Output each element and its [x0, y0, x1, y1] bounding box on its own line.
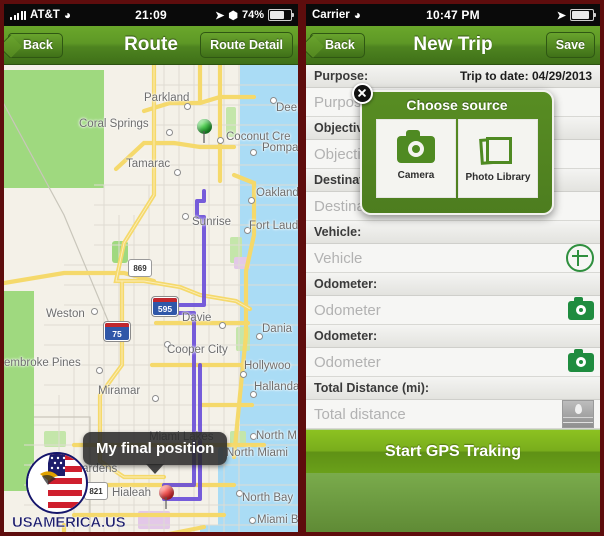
- map-poi-dot: [248, 197, 255, 204]
- field-placeholder: Odometer: [314, 353, 381, 371]
- field-input[interactable]: Vehicle: [306, 244, 600, 273]
- map-poi-dot: [152, 395, 159, 402]
- map-poi-dot: [240, 371, 247, 378]
- field-label-row: Odometer:: [306, 325, 600, 348]
- form-background-filler: [306, 473, 600, 532]
- map-poi-dot: [250, 149, 257, 156]
- right-status-bar: Carrier ◕ 10:47 PM ➤: [306, 4, 600, 26]
- field-label: Objective:: [314, 121, 375, 135]
- field-placeholder: Odometer: [314, 301, 381, 319]
- route-shield-icon: 869: [128, 259, 152, 277]
- battery-percent-label: 74%: [241, 9, 264, 21]
- field-placeholder: Destination: [314, 197, 390, 215]
- field-label-row: Vehicle:: [306, 221, 600, 244]
- field-label: Odometer:: [314, 277, 378, 291]
- usamerica-logo: [26, 452, 88, 514]
- start-pin[interactable]: [197, 119, 212, 143]
- field-label-row: Purpose: Trip to date: 04/29/2013: [306, 65, 600, 88]
- field-input[interactable]: Odometer: [306, 296, 600, 325]
- left-status-right: ➤ ⬢ 74%: [215, 9, 294, 22]
- field-label: Vehicle:: [314, 225, 362, 239]
- camera-button[interactable]: [568, 348, 594, 372]
- right-status-right: ➤: [556, 9, 596, 22]
- map-poi-dot: [96, 367, 103, 374]
- map-poi-dot: [91, 308, 98, 315]
- interstate-shield-icon: 75: [104, 322, 130, 341]
- map-view[interactable]: ParklandCoral SpringsDeerCoconut CrePomp…: [4, 65, 298, 532]
- field-placeholder: Objective: [314, 145, 377, 163]
- interstate-shield-icon: 595: [152, 297, 178, 316]
- map-place-label: Davie: [182, 312, 212, 324]
- map-place-label: Miramar: [98, 385, 141, 397]
- left-nav-bar: Back Route Route Detail: [4, 26, 298, 65]
- field-label: Odometer:: [314, 329, 378, 343]
- map-place-label: Parkland: [144, 92, 190, 104]
- field-placeholder: Vehicle: [314, 249, 363, 267]
- map-poi-dot: [166, 129, 173, 136]
- back-button[interactable]: Back: [310, 32, 365, 58]
- right-phone-screen: Carrier ◕ 10:47 PM ➤ Back New Trip Save …: [306, 4, 600, 532]
- map-place-label: Pompan: [262, 142, 298, 154]
- field-label-row: Odometer:: [306, 273, 600, 296]
- map-poi-dot: [182, 213, 189, 220]
- map-place-label: Coral Springs: [79, 118, 149, 130]
- field-label-row: Total Distance (mi):: [306, 377, 600, 400]
- back-button[interactable]: Back: [8, 32, 63, 58]
- camera-button[interactable]: [568, 296, 594, 320]
- field-label: Total Distance (mi):: [314, 381, 430, 395]
- field-label-row: Destination:: [306, 169, 600, 192]
- comparison-frame: AT&T ◕ 21:09 ➤ ⬢ 74% Back Route Route De…: [0, 0, 604, 536]
- field-input[interactable]: Objective: [306, 140, 600, 169]
- map-place-label: Hollywoo: [244, 360, 291, 372]
- map-place-label: Fort Laud: [249, 220, 298, 232]
- field-label-row: Objective:: [306, 117, 600, 140]
- map-place-label: North Bay: [242, 492, 294, 504]
- right-nav-bar: Back New Trip Save: [306, 26, 600, 65]
- watermark: USAMERICA.US: [12, 452, 126, 531]
- map-place-label: embroke Pines: [4, 357, 81, 369]
- field-input[interactable]: Destination: [306, 192, 600, 221]
- bluetooth-icon: ⬢: [228, 9, 238, 22]
- field-label: Destination:: [314, 173, 387, 187]
- map-place-label: Tamarac: [126, 158, 171, 170]
- form-rows: Purpose: Trip to date: 04/29/2013 Purpose O…: [306, 65, 600, 532]
- map-place-label: Cooper City: [167, 344, 228, 356]
- field-input[interactable]: Odometer: [306, 348, 600, 377]
- map-place-label: Weston: [46, 308, 85, 320]
- start-gps-tracking-button[interactable]: Start GPS Traking: [306, 429, 600, 473]
- field-placeholder: Total distance: [314, 405, 406, 423]
- add-vehicle-button[interactable]: [566, 244, 594, 272]
- map-poi-dot: [174, 169, 181, 176]
- map-thumbnail-button[interactable]: [562, 400, 594, 428]
- location-arrow-icon: ➤: [215, 9, 225, 22]
- map-place-label: Miami B: [257, 514, 298, 526]
- trip-date-label: Trip to date: 04/29/2013: [459, 69, 592, 83]
- close-icon[interactable]: [352, 83, 373, 104]
- map-poi-dot: [249, 517, 256, 524]
- map-place-label: North M: [256, 430, 297, 442]
- field-input[interactable]: Total distance: [306, 400, 600, 429]
- map-place-label: Hallanda: [254, 381, 298, 393]
- map-place-label: Sunrise: [192, 216, 231, 228]
- save-button[interactable]: Save: [545, 32, 595, 58]
- left-phone-screen: AT&T ◕ 21:09 ➤ ⬢ 74% Back Route Route De…: [4, 4, 298, 532]
- battery-icon: [268, 9, 294, 21]
- new-trip-form: Purpose: Trip to date: 04/29/2013 Purpose O…: [306, 65, 600, 532]
- map-poi-dot: [184, 103, 191, 110]
- end-pin[interactable]: [159, 485, 174, 509]
- route-detail-button[interactable]: Route Detail: [200, 32, 293, 58]
- watermark-text: USAMERICA.US: [12, 514, 126, 531]
- field-input[interactable]: Purpose: [306, 88, 600, 117]
- battery-icon: [570, 9, 596, 21]
- map-place-label: Deer: [276, 102, 298, 114]
- map-place-label: Dania: [262, 323, 293, 335]
- map-place-label: Oakland: [256, 187, 298, 199]
- map-place-label: North Miami: [226, 447, 288, 459]
- field-label: Purpose:: [314, 69, 369, 83]
- map-poi-dot: [219, 322, 226, 329]
- location-arrow-icon: ➤: [556, 9, 566, 22]
- left-status-bar: AT&T ◕ 21:09 ➤ ⬢ 74%: [4, 4, 298, 26]
- map-poi-dot: [217, 137, 224, 144]
- logo-artwork: [28, 454, 82, 508]
